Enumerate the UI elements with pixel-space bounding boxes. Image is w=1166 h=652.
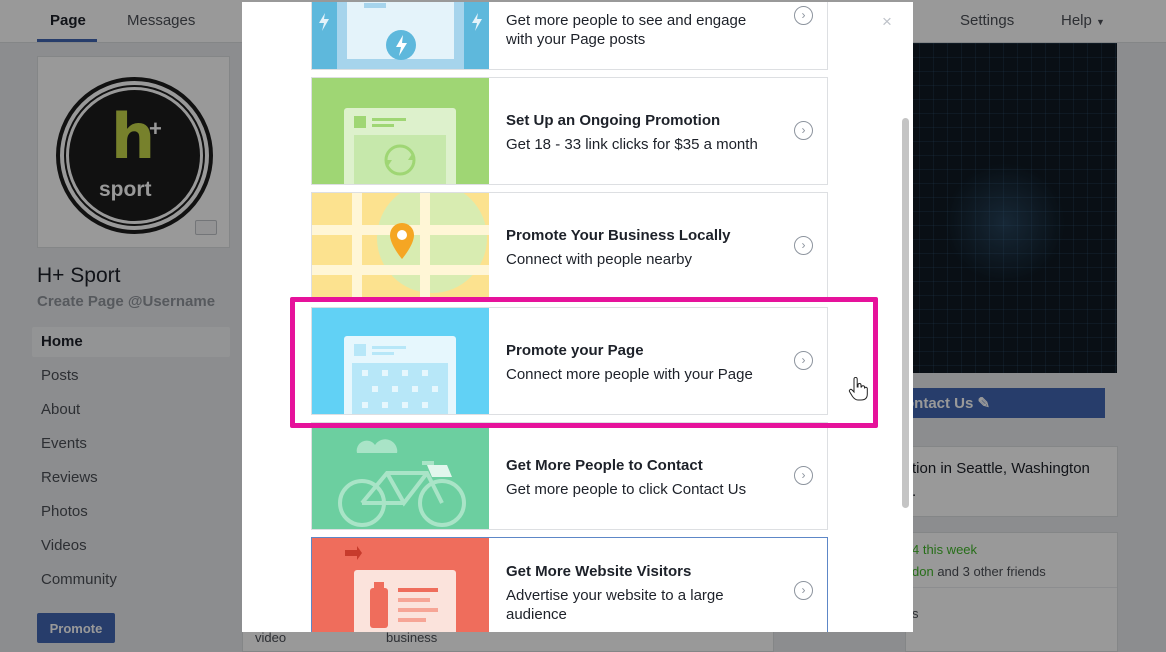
close-icon[interactable]: × — [882, 12, 892, 32]
option-ongoing-promotion-description: Get 18 - 33 link clicks for $35 a month — [506, 136, 758, 153]
option-website-visitors[interactable]: Get More Website Visitors Advertise your… — [311, 537, 828, 632]
option-boost-post-description: Get more people to see and engage with y… — [506, 12, 747, 48]
website-illustration — [312, 538, 489, 632]
dialog-scrollbar[interactable] — [902, 118, 909, 508]
boost-post-illustration — [312, 2, 489, 69]
option-website-visitors-description: Advertise your website to a large audien… — [506, 587, 724, 623]
option-promote-locally-description: Connect with people nearby — [506, 251, 692, 268]
chevron-right-icon: › — [794, 351, 813, 370]
chevron-right-icon: › — [794, 466, 813, 485]
chevron-right-icon: › — [794, 121, 813, 140]
hand-cursor-icon — [848, 377, 868, 401]
chevron-right-icon: › — [794, 6, 813, 25]
option-get-contacts-description: Get more people to click Contact Us — [506, 481, 747, 498]
bicycle-illustration — [312, 423, 489, 529]
page-likes-illustration — [312, 308, 489, 414]
chevron-right-icon: › — [794, 581, 813, 600]
option-promote-page-title: Promote your Page — [506, 342, 644, 359]
option-boost-post[interactable]: Get more people to see and engage with y… — [311, 2, 828, 70]
option-promote-locally-title: Promote Your Business Locally — [506, 227, 731, 244]
ongoing-promotion-illustration — [312, 78, 489, 184]
option-get-contacts[interactable]: Get More People to Contact Get more peop… — [311, 422, 828, 530]
option-promote-page[interactable]: Promote your Page Connect more people wi… — [311, 307, 828, 415]
promote-dialog: × Get more people to see and engage with… — [242, 2, 913, 632]
chevron-right-icon: › — [794, 236, 813, 255]
option-promote-locally[interactable]: Promote Your Business Locally Connect wi… — [311, 192, 828, 300]
option-ongoing-promotion[interactable]: Set Up an Ongoing Promotion Get 18 - 33 … — [311, 77, 828, 185]
local-map-illustration — [312, 193, 489, 299]
option-promote-page-description: Connect more people with your Page — [506, 366, 753, 383]
option-website-visitors-title: Get More Website Visitors — [506, 563, 692, 580]
option-get-contacts-title: Get More People to Contact — [506, 457, 703, 474]
option-ongoing-promotion-title: Set Up an Ongoing Promotion — [506, 112, 721, 129]
